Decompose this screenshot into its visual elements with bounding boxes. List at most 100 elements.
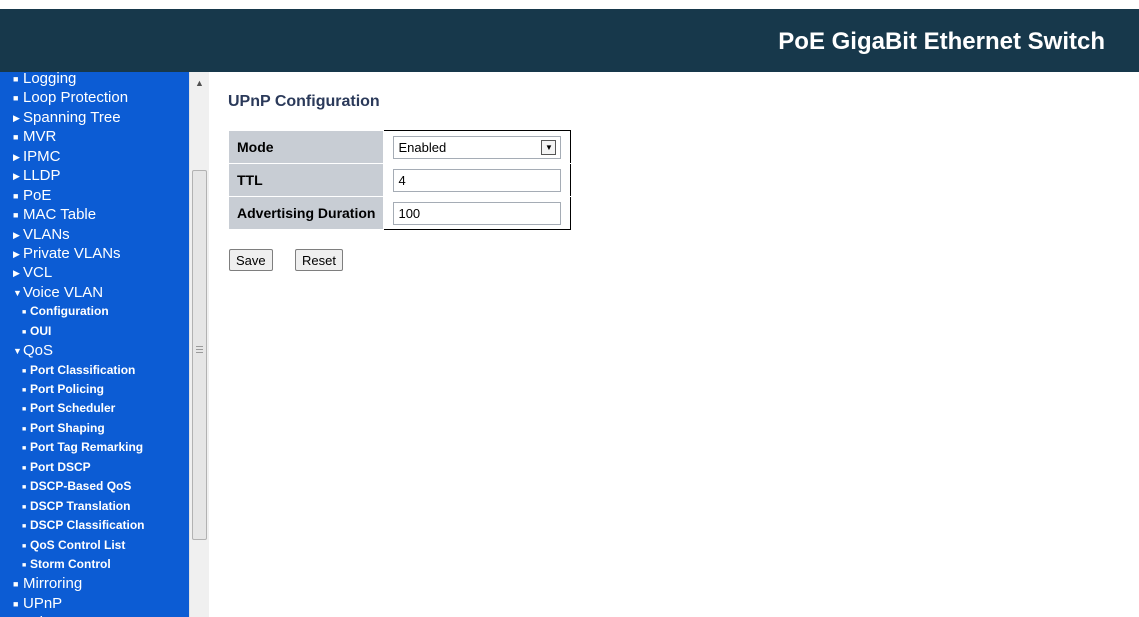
expand-arrow-icon: ▶ bbox=[13, 248, 20, 259]
sidebar-item-ipmc[interactable]: ▶ IPMC bbox=[0, 147, 189, 166]
bullet-icon: ■ bbox=[22, 484, 27, 492]
sidebar-item-label: LLDP bbox=[23, 167, 61, 185]
table-row: Mode Enabled ▼ bbox=[227, 130, 572, 164]
sidebar-item-label: MVR bbox=[23, 128, 57, 146]
sidebar-item-qos-control-list[interactable]: ■ QoS Control List bbox=[0, 536, 189, 555]
scrollbar-thumb[interactable] bbox=[192, 170, 207, 540]
mode-label: Mode bbox=[227, 130, 385, 164]
sidebar-item-label: DSCP Classification bbox=[30, 518, 145, 533]
bullet-icon: ■ bbox=[13, 579, 19, 590]
sidebar-item-label: DSCP Translation bbox=[30, 498, 131, 513]
bullet-icon: ■ bbox=[22, 445, 27, 453]
sidebar: ■ Logging ■ Loop Protection ▶ Spanning Tree ■ M… bbox=[0, 72, 209, 617]
sidebar-item-vcl[interactable]: ▶ VCL bbox=[0, 263, 189, 282]
sidebar-item-logging[interactable]: ■ Logging bbox=[0, 72, 189, 88]
bullet-icon: ■ bbox=[22, 387, 27, 394]
bullet-icon: ■ bbox=[13, 93, 19, 104]
sidebar-item-label: Mirroring bbox=[23, 575, 83, 593]
sidebar-item-port-shaping[interactable]: ■ Port Shaping bbox=[0, 419, 189, 438]
reset-button[interactable]: Reset bbox=[295, 249, 343, 271]
expand-arrow-icon: ▶ bbox=[13, 151, 20, 162]
sidebar-item-label: Port Shaping bbox=[30, 420, 105, 435]
dropdown-arrow-icon[interactable]: ▼ bbox=[541, 139, 557, 155]
ttl-input[interactable] bbox=[393, 168, 562, 192]
sidebar-item-dscp-translation[interactable]: ■ DSCP Translation bbox=[0, 497, 189, 516]
sidebar-item-dscp-based-qos[interactable]: ■ DSCP-Based QoS bbox=[0, 477, 189, 496]
sidebar-item-port-scheduler[interactable]: ■ Port Scheduler bbox=[0, 399, 189, 418]
mode-select[interactable]: Enabled ▼ bbox=[393, 135, 562, 159]
sidebar-item-label: Private VLANs bbox=[23, 244, 121, 262]
mode-select-value: Enabled bbox=[398, 139, 447, 155]
sidebar-item-lldp[interactable]: ▶ LLDP bbox=[0, 166, 189, 185]
table-row: Advertising Duration bbox=[227, 196, 572, 230]
bullet-icon: ■ bbox=[22, 561, 27, 569]
sidebar-item-label: Logging bbox=[23, 72, 77, 87]
bullet-icon: ■ bbox=[13, 190, 19, 201]
sidebar-item-spanning-tree[interactable]: ▶ Spanning Tree bbox=[0, 108, 189, 127]
bullet-icon: ■ bbox=[13, 132, 19, 143]
sidebar-item-upnp[interactable]: ■ UPnP bbox=[0, 594, 189, 613]
advertising-duration-label: Advertising Duration bbox=[227, 196, 385, 230]
sidebar-item-oui[interactable]: ■ OUI bbox=[0, 322, 189, 341]
sidebar-item-port-dscp[interactable]: ■ Port DSCP bbox=[0, 458, 189, 477]
sidebar-item-port-policing[interactable]: ■ Port Policing bbox=[0, 380, 189, 399]
sidebar-item-label: Voice VLAN bbox=[23, 283, 104, 301]
sidebar-item-label: VLANs bbox=[23, 225, 70, 243]
scroll-up-arrow-icon[interactable]: ▲ bbox=[195, 78, 204, 88]
nav-list: ■ Logging ■ Loop Protection ▶ Spanning Tree ■ M… bbox=[0, 72, 189, 617]
bullet-icon: ■ bbox=[22, 464, 27, 472]
grip-icon bbox=[196, 346, 203, 353]
save-button[interactable]: Save bbox=[229, 249, 273, 271]
advertising-duration-input[interactable] bbox=[393, 201, 562, 225]
sidebar-item-label: Loop Protection bbox=[23, 89, 129, 107]
sidebar-item-label: Port Classification bbox=[30, 362, 136, 377]
sidebar-item-label: OUI bbox=[30, 323, 52, 338]
collapse-arrow-icon: ▼ bbox=[13, 346, 22, 357]
ttl-label: TTL bbox=[227, 163, 385, 197]
collapse-arrow-icon: ▼ bbox=[13, 287, 22, 298]
app-title: PoE GigaBit Ethernet Switch bbox=[778, 28, 1105, 55]
sidebar-item-label: Port DSCP bbox=[30, 459, 91, 474]
sidebar-item-label: Spanning Tree bbox=[23, 108, 121, 126]
bullet-icon: ■ bbox=[22, 503, 27, 511]
sidebar-item-poe[interactable]: ■ PoE bbox=[0, 186, 189, 205]
table-row: TTL bbox=[227, 163, 572, 197]
sidebar-item-sflow[interactable]: ■sFlow bbox=[0, 613, 189, 617]
sidebar-item-label: MAC Table bbox=[23, 206, 97, 224]
sidebar-item-voice-vlan[interactable]: ▼Voice VLAN bbox=[0, 283, 189, 302]
sidebar-item-label: UPnP bbox=[23, 594, 63, 612]
sidebar-item-mac-table[interactable]: ■ MAC Table bbox=[0, 205, 189, 224]
sidebar-item-storm-control[interactable]: ■ Storm Control bbox=[0, 555, 189, 574]
bullet-icon: ■ bbox=[22, 328, 27, 336]
sidebar-item-label: DSCP-Based QoS bbox=[30, 479, 132, 494]
sidebar-item-mirroring[interactable]: ■ Mirroring bbox=[0, 574, 189, 593]
bullet-icon: ■ bbox=[13, 598, 19, 609]
bullet-icon: ■ bbox=[22, 542, 27, 550]
mode-cell: Enabled ▼ bbox=[383, 130, 572, 164]
sidebar-item-configuration[interactable]: ■ Configuration bbox=[0, 302, 189, 321]
sidebar-item-dscp-classification[interactable]: ■ DSCP Classification bbox=[0, 516, 189, 535]
sidebar-item-vlans[interactable]: ▶ VLANs bbox=[0, 225, 189, 244]
sidebar-item-label: QoS Control List bbox=[30, 537, 126, 552]
bullet-icon: ■ bbox=[13, 74, 19, 84]
bullet-icon: ■ bbox=[22, 523, 27, 531]
sidebar-item-qos[interactable]: ▼QoS bbox=[0, 341, 189, 360]
upnp-config-table: Mode Enabled ▼ TTL Advertising Duration bbox=[227, 130, 572, 230]
expand-arrow-icon: ▶ bbox=[13, 171, 20, 182]
bullet-icon: ■ bbox=[22, 406, 27, 414]
sidebar-item-private-vlans[interactable]: ▶ Private VLANs bbox=[0, 244, 189, 263]
sidebar-item-label: Port Scheduler bbox=[30, 401, 116, 416]
sidebar-item-label: VCL bbox=[23, 264, 53, 282]
sidebar-item-label: PoE bbox=[23, 186, 52, 204]
expand-arrow-icon: ▶ bbox=[13, 229, 20, 240]
sidebar-item-label: Port Tag Remarking bbox=[30, 440, 144, 455]
nav-menu: ■ Logging ■ Loop Protection ▶ Spanning Tree ■ M… bbox=[0, 72, 189, 617]
sidebar-item-mvr[interactable]: ■ MVR bbox=[0, 127, 189, 146]
sidebar-item-label: Configuration bbox=[30, 304, 109, 319]
sidebar-item-loop-protection[interactable]: ■ Loop Protection bbox=[0, 88, 189, 107]
sidebar-scrollbar[interactable]: ▲ bbox=[189, 72, 209, 617]
sidebar-item-port-tag-remarking[interactable]: ■ Port Tag Remarking bbox=[0, 438, 189, 457]
bullet-icon: ■ bbox=[13, 210, 19, 221]
header-bar: PoE GigaBit Ethernet Switch bbox=[0, 9, 1139, 72]
sidebar-item-port-classification[interactable]: ■ Port Classification bbox=[0, 361, 189, 380]
